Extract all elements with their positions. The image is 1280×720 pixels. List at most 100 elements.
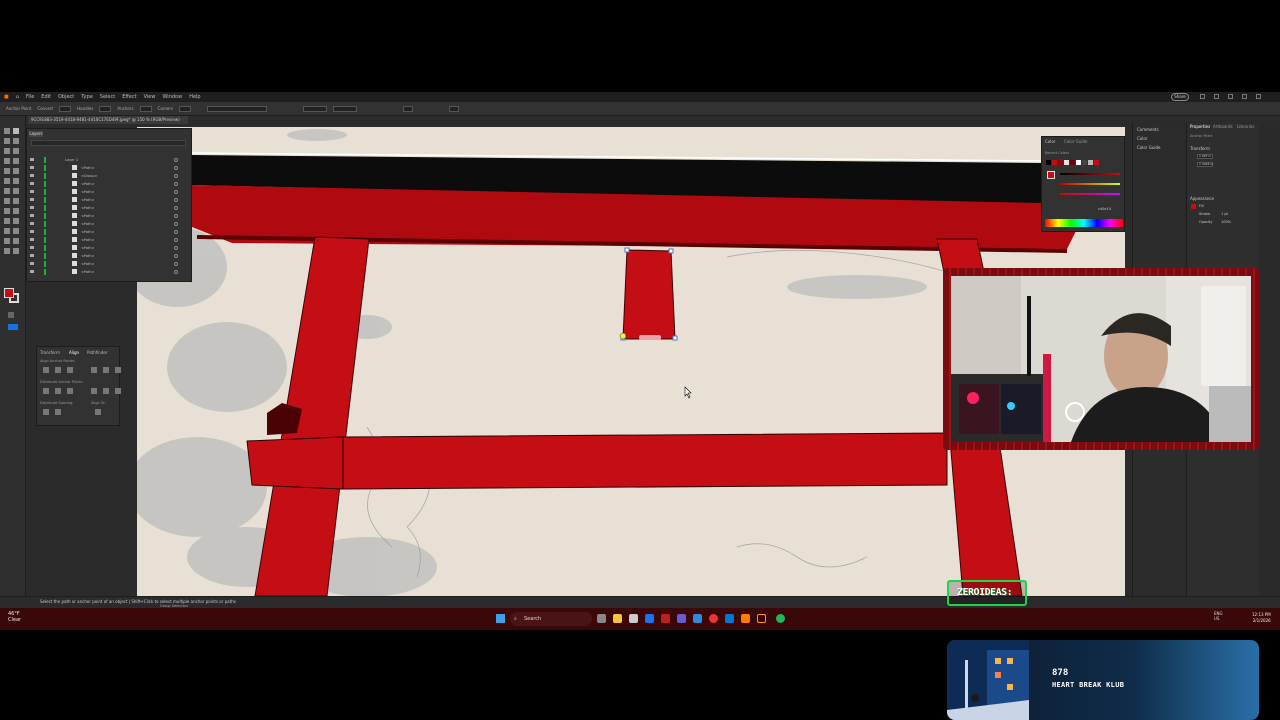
visibility-icon[interactable] xyxy=(30,158,34,161)
distribute-middle-icon[interactable] xyxy=(103,388,109,394)
hand-icon[interactable] xyxy=(4,248,10,254)
fill-swatch[interactable] xyxy=(4,288,14,298)
eraser-icon[interactable] xyxy=(13,178,19,184)
draw-mode-icon[interactable] xyxy=(8,312,14,318)
layer-row[interactable]: <Path> xyxy=(27,165,193,171)
zoom-icon[interactable] xyxy=(13,248,19,254)
target-icon[interactable] xyxy=(174,222,178,226)
recent-swatch[interactable] xyxy=(1052,160,1057,165)
x-field[interactable] xyxy=(303,105,328,112)
layer-row[interactable]: <Path> xyxy=(27,205,193,211)
target-icon[interactable] xyxy=(174,262,178,266)
minimize-icon[interactable] xyxy=(1228,94,1233,99)
align-to-selection-icon[interactable] xyxy=(95,409,101,415)
target-icon[interactable] xyxy=(174,246,178,250)
recent-swatch[interactable] xyxy=(1088,160,1093,165)
color-item[interactable]: Color xyxy=(1137,136,1147,141)
chrome-icon[interactable] xyxy=(709,614,718,623)
visibility-icon[interactable] xyxy=(30,174,34,177)
isolate-button[interactable] xyxy=(403,105,414,112)
line-tool-icon[interactable] xyxy=(13,158,19,164)
pencil-icon[interactable] xyxy=(4,178,10,184)
distribute-center-icon[interactable] xyxy=(55,388,61,394)
comments-item[interactable]: Comments xyxy=(1137,127,1159,132)
close-icon[interactable] xyxy=(1256,94,1261,99)
visibility-icon[interactable] xyxy=(30,214,34,217)
menu-help[interactable]: Help xyxy=(189,92,200,102)
target-icon[interactable] xyxy=(174,190,178,194)
recent-swatch[interactable] xyxy=(1076,160,1081,165)
rotate-icon[interactable] xyxy=(4,188,10,194)
stroke-value[interactable]: 1 pt xyxy=(1221,212,1228,216)
app-icon[interactable] xyxy=(741,614,750,623)
menu-file[interactable]: File xyxy=(26,92,34,102)
system-tray[interactable]: ENG US xyxy=(1214,611,1223,621)
tab-transform[interactable]: Transform xyxy=(40,350,60,355)
opacity-value[interactable]: 100% xyxy=(1221,220,1231,224)
app-icon[interactable] xyxy=(693,614,702,623)
color-spectrum[interactable] xyxy=(1045,219,1123,227)
eyedropper-icon[interactable] xyxy=(4,218,10,224)
app-icon[interactable] xyxy=(725,614,734,623)
maximize-icon[interactable] xyxy=(1242,94,1247,99)
distribute-right-icon[interactable] xyxy=(67,388,73,394)
visibility-icon[interactable] xyxy=(30,222,34,225)
visibility-icon[interactable] xyxy=(30,238,34,241)
file-explorer-icon[interactable] xyxy=(613,614,622,623)
search-icon[interactable] xyxy=(1200,94,1205,99)
target-icon[interactable] xyxy=(174,214,178,218)
recent-swatch[interactable] xyxy=(1058,160,1063,165)
free-transform-icon[interactable] xyxy=(13,198,19,204)
workspace-icon[interactable] xyxy=(1214,94,1219,99)
menu-type[interactable]: Type xyxy=(81,92,92,102)
recent-swatch[interactable] xyxy=(1094,160,1099,165)
corners-field[interactable] xyxy=(179,105,192,112)
symbol-sprayer-icon[interactable] xyxy=(4,228,10,234)
layer-row[interactable]: <Path> xyxy=(27,253,193,259)
hex-field[interactable]: c40e14 xyxy=(1098,207,1111,211)
align-middle-icon[interactable] xyxy=(103,367,109,373)
visibility-icon[interactable] xyxy=(30,246,34,249)
width-tool-icon[interactable] xyxy=(4,198,10,204)
red-slider[interactable] xyxy=(1060,173,1120,175)
gradient-icon[interactable] xyxy=(13,208,19,214)
screen-mode-icon[interactable] xyxy=(8,324,18,330)
layer-row[interactable]: <Group> xyxy=(27,173,193,179)
tab-color-guide[interactable]: Color Guide xyxy=(1064,139,1087,144)
weather-widget[interactable]: 46°F Clear xyxy=(8,611,21,623)
control-label-anchors[interactable]: Anchors xyxy=(117,106,133,111)
recent-swatch[interactable] xyxy=(1046,160,1051,165)
align-left-icon[interactable] xyxy=(43,367,49,373)
distribute-bottom-icon[interactable] xyxy=(115,388,121,394)
task-view-icon[interactable] xyxy=(597,614,606,623)
tab-libraries[interactable]: Libraries xyxy=(1237,124,1254,129)
target-icon[interactable] xyxy=(174,174,178,178)
discord-icon[interactable] xyxy=(677,614,686,623)
illustrator-icon[interactable] xyxy=(757,614,766,623)
target-icon[interactable] xyxy=(174,270,178,274)
visibility-icon[interactable] xyxy=(30,182,34,185)
clock[interactable]: 12:13 PM 2/1/2026 xyxy=(1252,612,1271,624)
layers-tab[interactable]: Layers xyxy=(29,131,43,137)
y-field[interactable] xyxy=(333,105,358,112)
magic-wand-icon[interactable] xyxy=(4,138,10,144)
visibility-icon[interactable] xyxy=(30,270,34,273)
distribute-left-icon[interactable] xyxy=(43,388,49,394)
tab-pathfinder[interactable]: Pathfinder xyxy=(87,350,108,355)
fill-color-chip[interactable] xyxy=(1191,204,1196,209)
visibility-icon[interactable] xyxy=(30,254,34,257)
layer-row[interactable]: <Path> xyxy=(27,269,193,275)
recent-swatch[interactable] xyxy=(1082,160,1087,165)
type-tool-icon[interactable] xyxy=(4,158,10,164)
align-bottom-icon[interactable] xyxy=(115,367,121,373)
anchors-button[interactable] xyxy=(139,105,152,112)
layer-row[interactable]: Layer 1 xyxy=(27,157,193,163)
layer-row[interactable]: <Path> xyxy=(27,213,193,219)
layer-row[interactable]: <Path> xyxy=(27,181,193,187)
control-label-convert[interactable]: Convert xyxy=(37,106,53,111)
convert-button[interactable] xyxy=(59,105,72,112)
menu-select[interactable]: Select xyxy=(100,92,115,102)
target-icon[interactable] xyxy=(174,198,178,202)
visibility-icon[interactable] xyxy=(30,190,34,193)
tab-color[interactable]: Color xyxy=(1045,139,1055,144)
